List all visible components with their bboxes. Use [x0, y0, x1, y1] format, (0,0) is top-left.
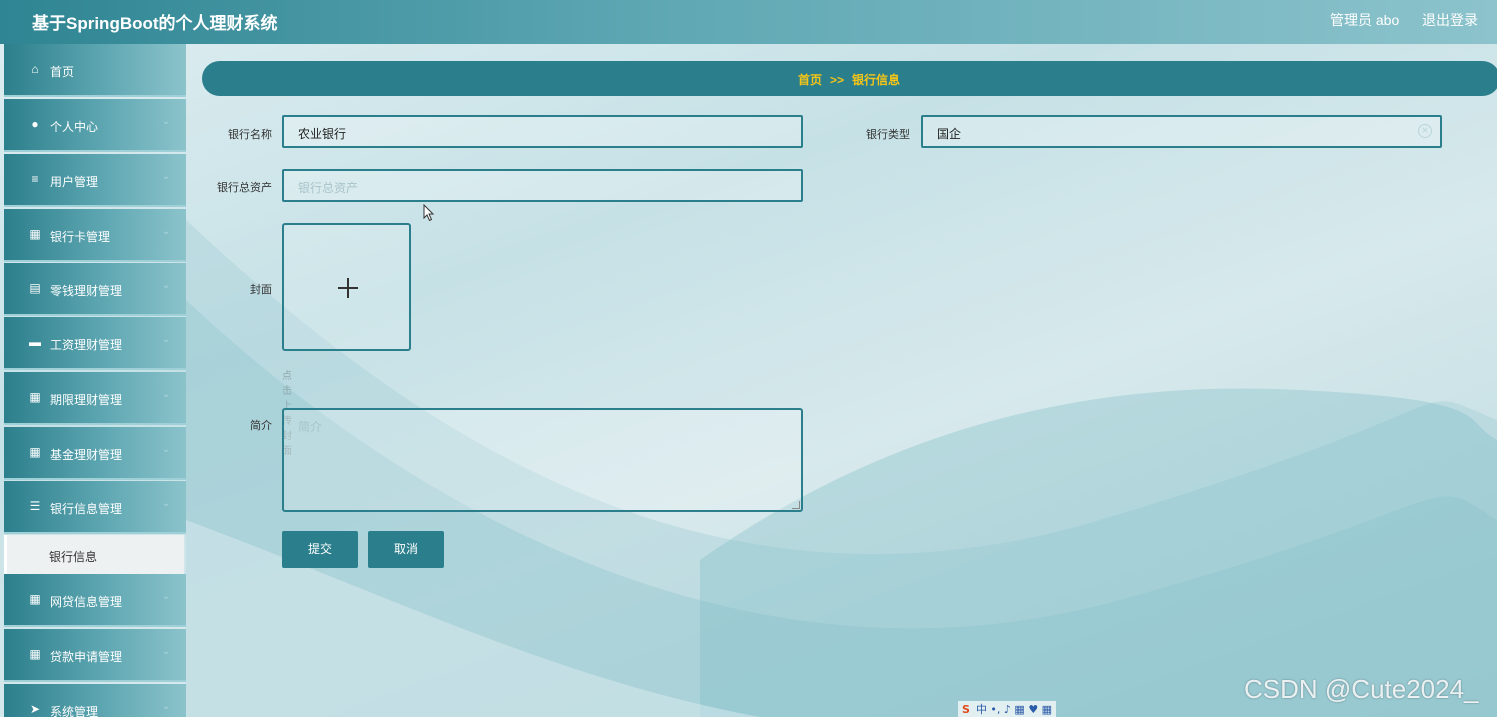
bank-type-label: 银行类型 [866, 129, 910, 141]
chevron-down-icon: ⌄ [162, 444, 171, 455]
breadcrumb-current: 银行信息 [852, 73, 901, 87]
sidebar-item-loan-application[interactable]: ▦ 贷款申请管理 ⌄ [4, 629, 186, 682]
sidebar-item-label: 贷款申请管理 [50, 650, 123, 664]
admin-username: 管理员 abo [1330, 12, 1400, 28]
grid-icon: ▦ [29, 445, 41, 459]
app-title: 基于SpringBoot的个人理财系统 [32, 14, 278, 33]
sidebar: ⌂ 首页 ● 个人中心 ⌄ ≡ 用户管理 ⌄ ▦ 银行卡管理 ⌄ ▤ 零钱理财管… [4, 44, 186, 717]
chevron-down-icon: ⌄ [162, 701, 171, 712]
sidebar-item-label: 银行信息管理 [50, 502, 123, 516]
chevron-down-icon: ⌄ [162, 591, 171, 602]
ime-toolbar[interactable]: S 中 •, ♪ ▦ ♥ ▦ [958, 701, 1057, 717]
chevron-down-icon: ⌄ [162, 389, 171, 400]
grid-icon: ▦ [29, 592, 41, 606]
list-icon: ☰ [29, 499, 41, 513]
bank-name-input[interactable]: 农业银行 [282, 115, 803, 148]
sidebar-subitem-label: 银行信息 [49, 550, 98, 564]
sidebar-subitem-bank-info[interactable]: 银行信息 [4, 535, 184, 575]
sidebar-item-label: 用户管理 [50, 175, 99, 189]
sidebar-item-label: 个人中心 [50, 120, 99, 134]
watermark: CSDN @Cute2024_ [1244, 674, 1479, 704]
logout-link[interactable]: 退出登录 [1422, 10, 1478, 30]
intro-label: 简介 [250, 420, 272, 432]
chevron-down-icon: ⌄ [162, 171, 171, 182]
sidebar-item-salary-finance[interactable]: ▬ 工资理财管理 ⌄ [4, 317, 186, 370]
home-icon: ⌂ [31, 62, 39, 76]
chevron-down-icon: ⌄ [162, 498, 171, 509]
grid-icon: ▦ [29, 647, 41, 661]
grid-icon: ▦ [29, 390, 41, 404]
sidebar-item-label: 零钱理财管理 [50, 284, 123, 298]
background-waves [186, 220, 1497, 717]
grid-icon: ▦ [29, 227, 41, 241]
sidebar-item-term-finance[interactable]: ▦ 期限理财管理 ⌄ [4, 372, 186, 425]
sidebar-item-label: 系统管理 [50, 705, 99, 717]
clear-icon[interactable]: × [1418, 124, 1432, 138]
submit-button[interactable]: 提交 [282, 531, 358, 568]
sidebar-item-label: 工资理财管理 [50, 338, 123, 352]
sidebar-item-label: 基金理财管理 [50, 448, 123, 462]
bank-name-label: 银行名称 [228, 129, 272, 141]
cover-upload-button[interactable] [282, 223, 411, 351]
chevron-down-icon: ⌄ [162, 226, 171, 237]
send-icon: ➤ [29, 702, 41, 716]
sidebar-item-user-management[interactable]: ≡ 用户管理 ⌄ [4, 154, 186, 207]
sidebar-item-bank-info-management[interactable]: ☰ 银行信息管理 ⌄ [4, 481, 186, 534]
document-icon: ▤ [29, 281, 41, 295]
mouse-pointer-icon [423, 204, 435, 222]
chevron-down-icon: ⌄ [162, 116, 171, 127]
breadcrumb-home-link[interactable]: 首页 [798, 73, 822, 87]
ime-toolbar-items: 中 •, ♪ ▦ ♥ ▦ [975, 703, 1053, 716]
sidebar-item-label: 网贷信息管理 [50, 595, 123, 609]
ticket-icon: ▬ [29, 335, 41, 349]
resize-grip-icon[interactable] [792, 501, 800, 509]
cancel-button[interactable]: 取消 [368, 531, 444, 568]
bank-type-select[interactable]: 国企 [921, 115, 1442, 148]
sidebar-item-bank-card-management[interactable]: ▦ 银行卡管理 ⌄ [4, 209, 186, 262]
total-assets-input[interactable]: 银行总资产 [282, 169, 803, 202]
sidebar-item-label: 期限理财管理 [50, 393, 123, 407]
chevron-down-icon: ⌄ [162, 646, 171, 657]
sogou-logo-icon: S [962, 703, 970, 716]
sidebar-item-change-finance[interactable]: ▤ 零钱理财管理 ⌄ [4, 263, 186, 316]
chevron-down-icon: ⌄ [162, 280, 171, 291]
sidebar-item-label: 首页 [50, 65, 75, 79]
sidebar-item-system-management[interactable]: ➤ 系统管理 ⌄ [4, 684, 186, 717]
top-header: 基于SpringBoot的个人理财系统 管理员 abo 退出登录 [0, 0, 1497, 44]
sidebar-item-fund-finance[interactable]: ▦ 基金理财管理 ⌄ [4, 427, 186, 480]
sidebar-item-p2p-info-management[interactable]: ▦ 网贷信息管理 ⌄ [4, 574, 186, 627]
total-assets-label: 银行总资产 [217, 182, 272, 194]
chevron-down-icon: ⌄ [162, 334, 171, 345]
intro-textarea[interactable]: 简介 [282, 408, 803, 512]
sidebar-item-label: 银行卡管理 [50, 230, 111, 244]
breadcrumb: 首页 >> 银行信息 [202, 61, 1497, 96]
sidebar-item-personal-center[interactable]: ● 个人中心 ⌄ [4, 99, 186, 152]
sidebar-item-home[interactable]: ⌂ 首页 [4, 44, 186, 97]
cover-label: 封面 [250, 284, 272, 296]
breadcrumb-separator: >> [830, 73, 845, 87]
user-icon: ● [31, 117, 39, 131]
sliders-icon: ≡ [31, 172, 39, 186]
